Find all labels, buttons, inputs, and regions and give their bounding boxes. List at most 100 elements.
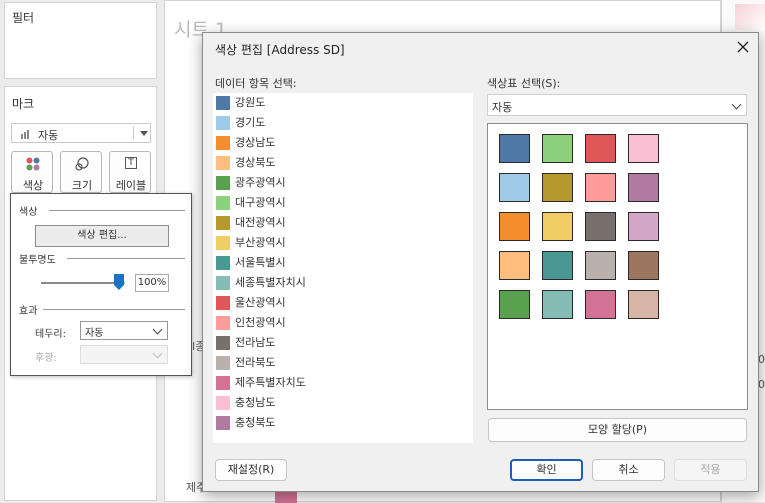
color-swatch: [216, 356, 230, 370]
palette-grid: [487, 123, 748, 410]
list-item-label: 강원도: [235, 96, 266, 109]
list-item[interactable]: 세종특별자치시: [213, 273, 473, 293]
color-swatch: [216, 336, 230, 350]
color-swatch: [216, 236, 230, 250]
list-item[interactable]: 대구광역시: [213, 193, 473, 213]
size-icon: [75, 157, 89, 171]
list-item-label: 경상북도: [235, 156, 276, 169]
palette-swatch[interactable]: [628, 251, 659, 280]
right-axis-label-2: 0: [758, 378, 765, 391]
list-item[interactable]: 인천광역시: [213, 313, 473, 333]
filters-shelf[interactable]: 필터: [4, 2, 157, 79]
border-dropdown[interactable]: 자동: [80, 321, 168, 340]
list-item-label: 부산광역시: [235, 236, 286, 249]
palette-swatch[interactable]: [499, 251, 530, 280]
reset-button[interactable]: 재설정(R): [215, 459, 287, 481]
list-item-label: 인천광역시: [235, 316, 286, 329]
opacity-value: 100%: [137, 277, 167, 288]
chevron-down-icon: [152, 324, 163, 335]
list-item-label: 세종특별자치시: [235, 276, 306, 289]
color-swatch: [216, 276, 230, 290]
list-item-label: 서울특별시: [235, 256, 286, 269]
list-item-label: 대전광역시: [235, 216, 286, 229]
palette-swatch[interactable]: [585, 290, 616, 319]
ok-button[interactable]: 확인: [510, 459, 583, 481]
palette-swatch[interactable]: [542, 290, 573, 319]
palette-swatch[interactable]: [542, 134, 573, 163]
list-item[interactable]: 경상남도: [213, 133, 473, 153]
mark-type-value: 자동: [38, 129, 59, 142]
edit-colors-button[interactable]: 색상 편집...: [35, 225, 169, 247]
palette-swatch[interactable]: [542, 251, 573, 280]
list-item[interactable]: 부산광역시: [213, 233, 473, 253]
palette-swatch[interactable]: [585, 251, 616, 280]
palette-swatch[interactable]: [499, 212, 530, 241]
palette-swatch[interactable]: [628, 134, 659, 163]
opacity-slider-thumb[interactable]: [114, 274, 124, 290]
list-item[interactable]: 경상북도: [213, 153, 473, 173]
chevron-down-icon: [152, 348, 163, 359]
color-swatch: [216, 416, 230, 430]
ok-button-label: 확인: [536, 463, 557, 476]
color-swatch: [216, 96, 230, 110]
right-axis-label-1: 0: [758, 353, 765, 366]
list-item[interactable]: 전라북도: [213, 353, 473, 373]
data-items-list[interactable]: 강원도경기도경상남도경상북도광주광역시대구광역시대전광역시부산광역시서울특별시세…: [213, 93, 473, 443]
size-button[interactable]: 크기: [60, 151, 102, 193]
mark-type-dropdown[interactable]: 자동: [11, 123, 151, 143]
sheet-bottom-mark: [275, 491, 297, 503]
halo-dropdown: [80, 345, 168, 364]
list-item-label: 전라남도: [235, 336, 276, 349]
palette-swatch[interactable]: [628, 173, 659, 202]
list-item[interactable]: 울산광역시: [213, 293, 473, 313]
color-button[interactable]: 색상: [11, 151, 53, 193]
label-button[interactable]: T 레이블: [109, 151, 151, 193]
list-item[interactable]: 대전광역시: [213, 213, 473, 233]
chevron-down-icon: [731, 99, 742, 110]
color-swatch: [216, 296, 230, 310]
list-item[interactable]: 강원도: [213, 93, 473, 113]
palette-swatch[interactable]: [585, 212, 616, 241]
reset-button-label: 재설정(R): [227, 463, 275, 476]
list-item[interactable]: 제주특별자치도: [213, 373, 473, 393]
opacity-label: 불투명도: [19, 255, 56, 266]
list-item-label: 대구광역시: [235, 196, 286, 209]
border-label: 테두리:: [35, 329, 66, 340]
palette-swatch[interactable]: [542, 173, 573, 202]
thumbnail-preview: [735, 4, 765, 30]
color-swatch: [216, 176, 230, 190]
list-item[interactable]: 경기도: [213, 113, 473, 133]
color-button-label: 색상: [22, 179, 44, 192]
list-item[interactable]: 충청남도: [213, 393, 473, 413]
palette-swatch[interactable]: [628, 212, 659, 241]
palette-dropdown[interactable]: 자동: [487, 94, 747, 116]
color-section-line: [49, 210, 185, 211]
opacity-value-field[interactable]: 100%: [135, 274, 169, 292]
opacity-section-line: [67, 258, 185, 259]
palette-container: [488, 124, 747, 409]
apply-button: 적용: [674, 459, 747, 481]
close-icon[interactable]: [736, 40, 750, 54]
palette-swatch[interactable]: [585, 173, 616, 202]
color-swatch: [216, 376, 230, 390]
effects-label: 효과: [19, 306, 38, 317]
palette-swatch[interactable]: [499, 290, 530, 319]
list-item-label: 충청북도: [235, 416, 276, 429]
list-item[interactable]: 전라남도: [213, 333, 473, 353]
list-item-label: 충청남도: [235, 396, 276, 409]
palette-swatch[interactable]: [499, 134, 530, 163]
edit-colors-label: 색상 편집...: [77, 230, 127, 241]
list-item-label: 경상남도: [235, 136, 276, 149]
assign-palette-button[interactable]: 모양 할당(P): [488, 418, 747, 442]
cancel-button[interactable]: 취소: [592, 459, 665, 481]
list-item[interactable]: 서울특별시: [213, 253, 473, 273]
palette-swatch[interactable]: [542, 212, 573, 241]
palette-swatch[interactable]: [585, 134, 616, 163]
palette-swatch[interactable]: [628, 290, 659, 319]
list-item[interactable]: 광주광역시: [213, 173, 473, 193]
list-item[interactable]: 충청북도: [213, 413, 473, 433]
dropdown-separator: [133, 126, 134, 140]
palette-swatch[interactable]: [499, 173, 530, 202]
bar-chart-icon: [21, 129, 31, 139]
filters-title: 필터: [12, 11, 35, 25]
